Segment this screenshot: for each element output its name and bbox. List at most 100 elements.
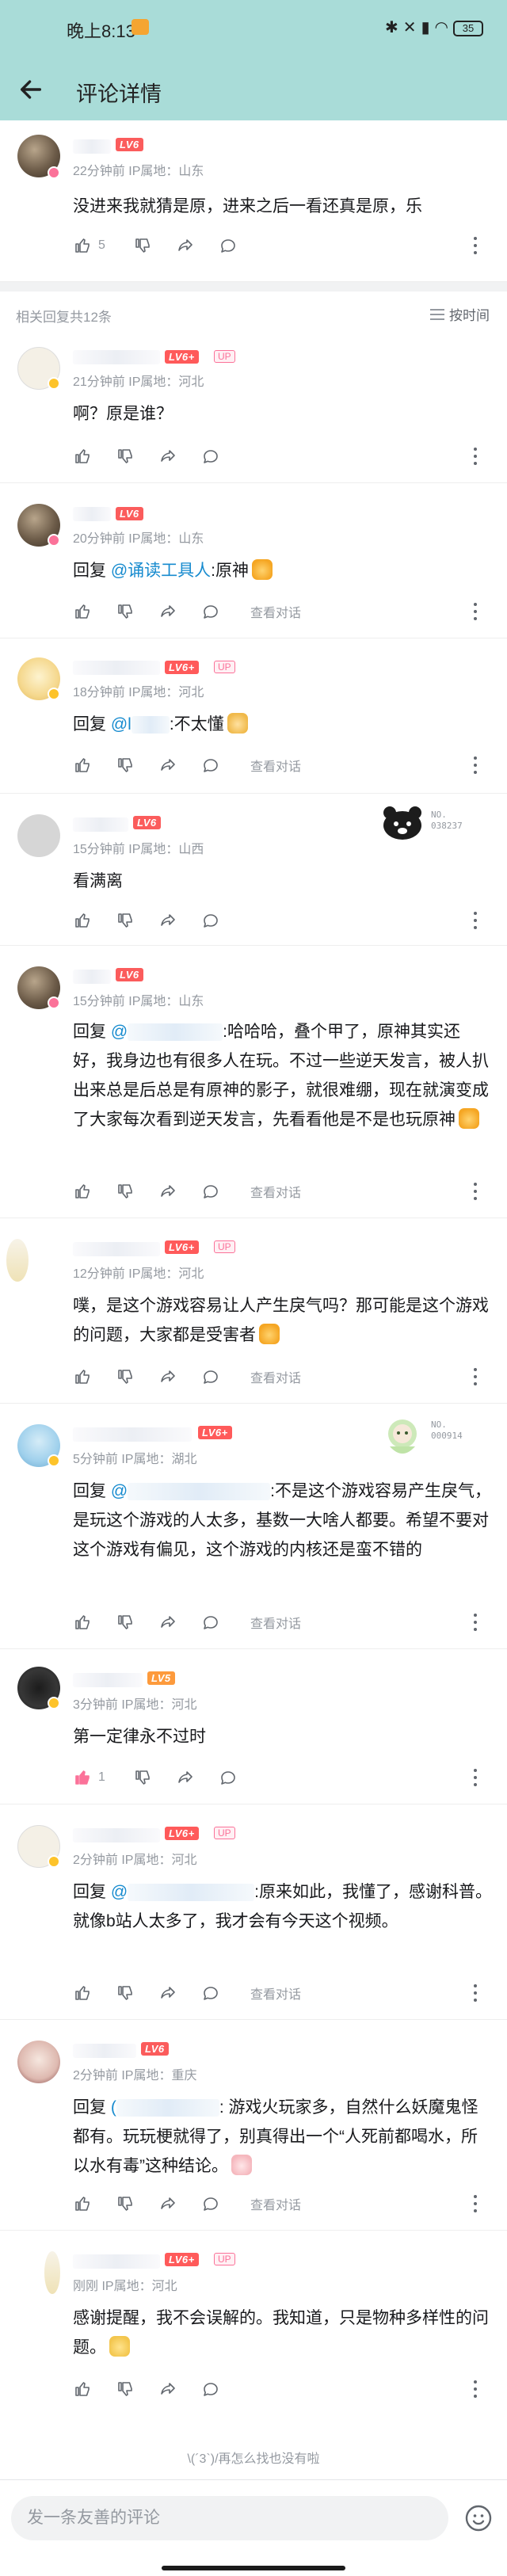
bear-decoration-icon[interactable] xyxy=(379,805,426,841)
more-icon[interactable] xyxy=(466,234,485,257)
dislike-button[interactable] xyxy=(133,1765,152,1790)
username[interactable] xyxy=(73,2044,136,2058)
share-button[interactable] xyxy=(158,908,177,933)
more-icon[interactable] xyxy=(466,2378,485,2400)
dislike-button[interactable] xyxy=(116,444,135,469)
like-button[interactable] xyxy=(73,599,92,624)
view-conversation-link[interactable]: 查看对话 xyxy=(250,1613,301,1632)
reply-button[interactable] xyxy=(201,444,220,469)
reply-button[interactable] xyxy=(201,1980,220,2006)
share-button[interactable] xyxy=(158,1610,177,1635)
share-button[interactable] xyxy=(158,1980,177,2006)
more-icon[interactable] xyxy=(466,1180,485,1202)
comment-input[interactable]: 发一条友善的评论 xyxy=(11,2496,448,2540)
mention-link[interactable]: @l xyxy=(111,715,132,734)
username[interactable] xyxy=(73,661,160,675)
like-button[interactable] xyxy=(73,753,92,778)
username[interactable] xyxy=(73,507,111,521)
like-button[interactable] xyxy=(73,444,92,469)
share-button[interactable] xyxy=(176,1765,195,1790)
like-button[interactable] xyxy=(73,2191,92,2216)
share-button[interactable] xyxy=(158,1364,177,1389)
comment-text: 回复 @:哈哈哈，叠个甲了，原神其实还好，我身边也有很多人在玩。不过一些逆天发言… xyxy=(73,1017,493,1134)
more-icon[interactable] xyxy=(466,600,485,623)
view-conversation-link[interactable]: 查看对话 xyxy=(250,2194,301,2213)
like-button[interactable] xyxy=(73,1364,92,1389)
reply-button[interactable] xyxy=(201,2376,220,2402)
reply-button[interactable] xyxy=(201,1364,220,1389)
dislike-button[interactable] xyxy=(116,1364,135,1389)
username[interactable] xyxy=(73,970,111,984)
sort-button[interactable]: 按时间 xyxy=(430,304,490,324)
like-button[interactable]: 5 xyxy=(73,233,105,258)
share-button[interactable] xyxy=(158,2191,177,2216)
username[interactable] xyxy=(73,1828,160,1842)
username[interactable] xyxy=(73,1673,143,1687)
dislike-button[interactable] xyxy=(116,2376,135,2402)
view-conversation-link[interactable]: 查看对话 xyxy=(250,602,301,621)
like-button[interactable] xyxy=(73,1610,92,1635)
mention-link[interactable]: @ xyxy=(111,1883,128,1901)
share-button[interactable] xyxy=(176,233,195,258)
username[interactable] xyxy=(73,2254,160,2269)
like-icon xyxy=(75,913,90,928)
share-button[interactable] xyxy=(158,444,177,469)
avatar[interactable] xyxy=(44,2251,60,2294)
dislike-button[interactable] xyxy=(116,1179,135,1204)
reply-button[interactable] xyxy=(201,599,220,624)
emoji-icon[interactable] xyxy=(464,2504,493,2532)
username[interactable] xyxy=(73,1427,192,1442)
like-button[interactable] xyxy=(73,1980,92,2006)
reply-button[interactable] xyxy=(201,753,220,778)
username[interactable] xyxy=(73,817,128,832)
dislike-button[interactable] xyxy=(116,1610,135,1635)
reply-button[interactable] xyxy=(201,2191,220,2216)
avatar[interactable] xyxy=(17,814,60,857)
share-button[interactable] xyxy=(158,599,177,624)
back-arrow-icon[interactable] xyxy=(17,76,44,103)
more-icon[interactable] xyxy=(466,1766,485,1789)
view-conversation-link[interactable]: 查看对话 xyxy=(250,1182,301,1201)
reply-button[interactable] xyxy=(219,233,238,258)
view-conversation-link[interactable]: 查看对话 xyxy=(250,756,301,775)
more-icon[interactable] xyxy=(466,1366,485,1388)
mention-link[interactable]: ( xyxy=(111,2098,116,2117)
more-icon[interactable] xyxy=(466,2193,485,2215)
dislike-button[interactable] xyxy=(116,599,135,624)
dislike-button[interactable] xyxy=(133,233,152,258)
more-icon[interactable] xyxy=(466,1982,485,2004)
avatar-badge xyxy=(48,534,60,547)
more-icon[interactable] xyxy=(466,1611,485,1633)
more-icon[interactable] xyxy=(466,754,485,776)
share-button[interactable] xyxy=(158,753,177,778)
avatar[interactable] xyxy=(6,1239,29,1282)
reply-button[interactable] xyxy=(201,1179,220,1204)
home-indicator[interactable] xyxy=(162,2566,345,2570)
share-button[interactable] xyxy=(158,1179,177,1204)
reply-button[interactable] xyxy=(201,908,220,933)
username[interactable] xyxy=(73,1242,160,1256)
dislike-button[interactable] xyxy=(116,908,135,933)
reply-button[interactable] xyxy=(219,1765,238,1790)
share-button[interactable] xyxy=(158,2376,177,2402)
like-button[interactable]: 1 xyxy=(73,1765,105,1790)
username[interactable] xyxy=(73,350,160,364)
dislike-button[interactable] xyxy=(116,2191,135,2216)
more-icon[interactable] xyxy=(466,909,485,932)
view-conversation-link[interactable]: 查看对话 xyxy=(250,1367,301,1386)
username[interactable] xyxy=(73,139,111,154)
view-conversation-link[interactable]: 查看对话 xyxy=(250,1983,301,2002)
dislike-button[interactable] xyxy=(116,1980,135,2006)
reply-button[interactable] xyxy=(201,1610,220,1635)
avatar[interactable] xyxy=(17,2041,60,2083)
more-icon[interactable] xyxy=(466,445,485,467)
dislike-button[interactable] xyxy=(116,753,135,778)
character-decoration-icon[interactable] xyxy=(379,1415,426,1458)
mention-link[interactable]: @ xyxy=(111,1482,128,1500)
like-button[interactable] xyxy=(73,2376,92,2402)
mention-link[interactable]: @诵读工具人 xyxy=(111,562,211,580)
like-button[interactable] xyxy=(73,1179,92,1204)
like-button[interactable] xyxy=(73,908,92,933)
mention-link[interactable]: @ xyxy=(111,1023,128,1041)
share-icon xyxy=(161,605,175,617)
